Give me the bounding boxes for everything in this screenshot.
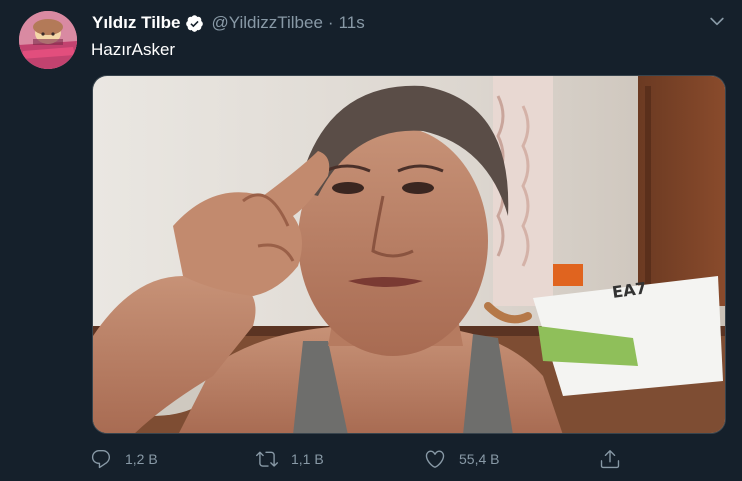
author-name[interactable]: Yıldız Tilbe [92, 13, 180, 33]
tweet-actions: 1,2 B 1,1 B 55,4 B [0, 445, 742, 473]
retweet-icon [256, 451, 278, 467]
author-handle[interactable]: @YildizzTilbee [211, 13, 322, 33]
like-button[interactable]: 55,4 B [424, 445, 499, 473]
tweet-timestamp[interactable]: 11s [339, 13, 365, 33]
tweet-header: Yıldız Tilbe @YildizzTilbee · 11s [92, 12, 365, 34]
share-button[interactable] [599, 445, 621, 473]
separator-dot: · [327, 13, 334, 32]
retweet-button[interactable]: 1,1 B [256, 445, 324, 473]
tweet[interactable]: Yıldız Tilbe @YildizzTilbee · 11s HazırA… [0, 0, 742, 481]
photo-image: EA7 [93, 76, 725, 433]
heart-icon [425, 450, 445, 468]
reply-icon [91, 450, 111, 469]
share-icon [600, 450, 620, 469]
tweet-photo[interactable]: EA7 [92, 75, 726, 434]
verified-badge-icon [185, 14, 204, 33]
reply-count: 1,2 B [125, 451, 158, 467]
more-options-chevron-down-icon[interactable] [707, 11, 727, 31]
retweet-count: 1,1 B [291, 451, 324, 467]
tweet-text: HazırAsker [91, 40, 176, 59]
avatar[interactable] [19, 11, 77, 69]
avatar-image [19, 11, 77, 69]
reply-button[interactable]: 1,2 B [90, 445, 158, 473]
like-count: 55,4 B [459, 451, 500, 467]
